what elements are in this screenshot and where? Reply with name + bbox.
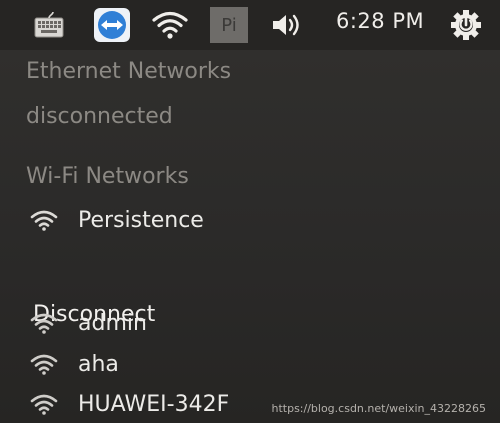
wifi-networks-header: Wi-Fi Networks — [26, 164, 189, 189]
pi-icon[interactable]: Pi — [210, 7, 248, 43]
ethernet-status: disconnected — [26, 104, 173, 129]
watermark: https://blog.csdn.net/weixin_43228265 — [271, 402, 486, 415]
wifi-signal-icon — [30, 354, 58, 375]
keyboard-icon[interactable] — [32, 10, 66, 40]
wifi-network-connected[interactable]: Persistence — [30, 204, 204, 236]
wifi-icon[interactable] — [150, 8, 190, 42]
teamviewer-icon[interactable] — [92, 6, 132, 44]
pi-label: Pi — [221, 14, 237, 36]
power-icon[interactable] — [448, 7, 484, 43]
network-name: admin — [78, 310, 147, 336]
wifi-network-item[interactable]: admin — [30, 307, 147, 339]
wifi-network-item[interactable]: aha — [30, 348, 119, 380]
top-panel: Pi 6:28 PM — [0, 0, 500, 50]
ethernet-networks-header: Ethernet Networks — [26, 59, 232, 84]
network-name: Persistence — [78, 207, 204, 233]
network-menu: Ethernet Networks disconnected Wi-Fi Net… — [0, 50, 500, 423]
clock[interactable]: 6:28 PM — [336, 9, 424, 33]
network-name: HUAWEI-342F — [78, 391, 230, 417]
volume-icon[interactable] — [268, 9, 308, 41]
wifi-signal-icon — [30, 394, 58, 415]
wifi-signal-icon — [30, 313, 58, 334]
network-name: aha — [78, 351, 119, 377]
wifi-network-item[interactable]: HUAWEI-342F — [30, 388, 229, 420]
wifi-signal-icon — [30, 210, 58, 231]
